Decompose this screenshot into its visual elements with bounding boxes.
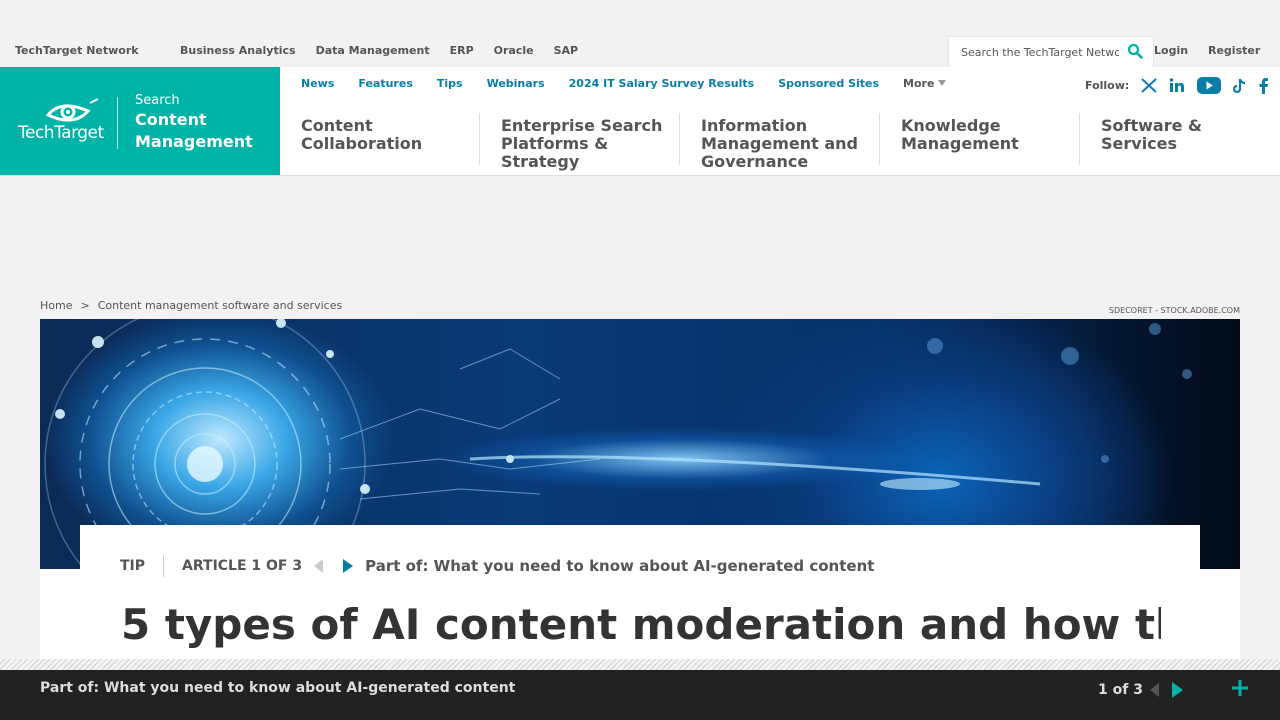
search-input[interactable]: [961, 44, 1119, 60]
meta-divider: [163, 555, 165, 577]
subnav-tips[interactable]: Tips: [437, 77, 463, 90]
network-links: Business Analytics Data Management ERP O…: [180, 44, 578, 57]
article-type[interactable]: TIP: [120, 558, 145, 574]
network-link-business-analytics[interactable]: Business Analytics: [180, 44, 296, 57]
brand-divider: [117, 97, 118, 149]
linkedin-icon[interactable]: [1169, 78, 1185, 93]
series-bottom-bar: Part of: What you need to know about AI-…: [0, 670, 1280, 720]
brand-logo-text: TechTarget: [18, 123, 104, 143]
article-meta: TIP ARTICLE 1 OF 3 Part of: What you nee…: [120, 555, 874, 577]
sub-navigation: News Features Tips Webinars 2024 IT Sala…: [301, 77, 947, 90]
expand-plus-icon[interactable]: [1229, 677, 1251, 699]
network-title[interactable]: TechTarget Network: [15, 44, 139, 57]
series-position: ARTICLE 1 OF 3: [182, 558, 303, 574]
article-header-card: TIP ARTICLE 1 OF 3 Part of: What you nee…: [80, 525, 1200, 665]
follow-label: Follow:: [1085, 79, 1130, 92]
bottom-next-icon[interactable]: [1172, 682, 1183, 698]
facebook-icon[interactable]: [1259, 77, 1269, 94]
bottom-series-count: 1 of 3: [1098, 682, 1143, 698]
search-icon[interactable]: [1127, 43, 1143, 59]
series-part-of[interactable]: Part of: What you need to know about AI-…: [365, 557, 874, 575]
subnav-sponsored-sites[interactable]: Sponsored Sites: [778, 77, 879, 90]
topic-information-management[interactable]: Information Management and Governance: [680, 113, 880, 171]
breadcrumb: Home > Content management software and s…: [40, 299, 342, 312]
site-header: TechTarget Search Content Management New…: [0, 67, 1280, 176]
youtube-icon[interactable]: [1197, 77, 1222, 94]
follow-links: Follow:: [1085, 77, 1269, 94]
subnav-features[interactable]: Features: [358, 77, 412, 90]
subnav-news[interactable]: News: [301, 77, 334, 90]
tiktok-icon[interactable]: [1233, 78, 1247, 94]
bottom-prev-icon[interactable]: [1150, 683, 1159, 697]
topic-software-services[interactable]: Software & Services: [1080, 113, 1280, 165]
network-link-data-management[interactable]: Data Management: [316, 44, 430, 57]
network-link-sap[interactable]: SAP: [554, 44, 579, 57]
network-link-erp[interactable]: ERP: [450, 44, 474, 57]
network-link-oracle[interactable]: Oracle: [494, 44, 534, 57]
chevron-down-icon: [938, 80, 947, 86]
topic-navigation: Content Collaboration Enterprise Search …: [280, 113, 1280, 175]
breadcrumb-home[interactable]: Home: [40, 299, 72, 312]
image-credit: SDECORET - STOCK.ADOBE.COM: [1108, 306, 1240, 315]
topic-enterprise-search[interactable]: Enterprise Search Platforms & Strategy: [480, 113, 680, 171]
article-title: 5 types of AI content moderation and how…: [121, 600, 1161, 649]
bottom-stripe: [0, 659, 1280, 670]
subnav-salary-survey[interactable]: 2024 IT Salary Survey Results: [569, 77, 755, 90]
bottom-series-title[interactable]: Part of: What you need to know about AI-…: [40, 680, 515, 696]
brand-search-word: Search: [135, 93, 180, 108]
subnav-more[interactable]: More: [903, 77, 947, 90]
topic-knowledge-management[interactable]: Knowledge Management: [880, 113, 1080, 165]
network-bar: TechTarget Network Business Analytics Da…: [0, 36, 1280, 67]
network-search: [948, 36, 1154, 67]
register-link[interactable]: Register: [1208, 44, 1260, 57]
breadcrumb-separator: >: [80, 299, 90, 312]
prev-article-icon[interactable]: [314, 559, 324, 573]
topic-content-collaboration[interactable]: Content Collaboration: [280, 113, 480, 165]
brand-block[interactable]: TechTarget Search Content Management: [0, 67, 280, 175]
subnav-webinars[interactable]: Webinars: [487, 77, 545, 90]
next-article-icon[interactable]: [343, 559, 354, 573]
brand-site-name: Content Management: [135, 110, 253, 151]
subnav-more-label: More: [903, 77, 935, 90]
breadcrumb-current[interactable]: Content management software and services: [98, 299, 343, 312]
login-link[interactable]: Login: [1154, 44, 1188, 57]
x-icon[interactable]: [1141, 78, 1157, 93]
